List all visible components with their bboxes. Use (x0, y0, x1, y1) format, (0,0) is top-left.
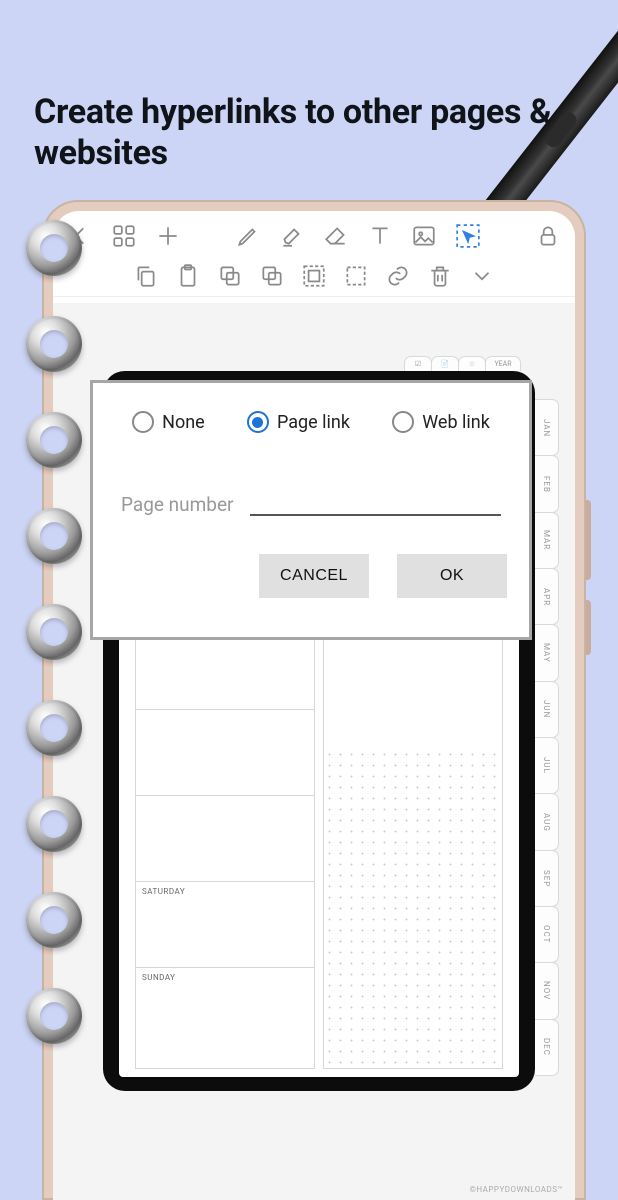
tab-dec[interactable]: DEC (535, 1019, 559, 1076)
tab-oct[interactable]: OCT (535, 906, 559, 963)
tab-mar[interactable]: MAR (535, 512, 559, 569)
link-icon[interactable] (385, 263, 411, 289)
radio-label: Web link (422, 412, 490, 433)
tab-jun[interactable]: JUN (535, 681, 559, 738)
month-tabs: JAN FEB MAR APR MAY JUN JUL AUG SEP OCT … (535, 399, 559, 1075)
tab-nov[interactable]: NOV (535, 962, 559, 1019)
notebook-top-tabs: ☑ 📄 ☆ YEAR (405, 356, 521, 371)
day-sunday[interactable]: SUNDAY (136, 968, 314, 1054)
radio-label: None (162, 412, 205, 433)
pointer-icon[interactable] (455, 223, 481, 249)
chevron-down-icon[interactable] (469, 263, 495, 289)
eraser-icon[interactable] (323, 223, 349, 249)
main-toolbar (53, 211, 575, 255)
cancel-button[interactable]: CANCEL (259, 554, 369, 598)
day-saturday[interactable]: SATURDAY (136, 882, 314, 968)
day-label: SATURDAY (142, 887, 185, 896)
day-cell[interactable] (136, 796, 314, 882)
ok-button[interactable]: OK (397, 554, 507, 598)
crop-icon[interactable] (343, 263, 369, 289)
pencil-icon[interactable] (235, 223, 261, 249)
dot-grid (324, 749, 502, 1068)
tab-feb[interactable]: FEB (535, 455, 559, 512)
page-number-label: Page number (121, 493, 234, 516)
radio-web-link[interactable]: Web link (392, 411, 490, 433)
plus-icon[interactable] (155, 223, 181, 249)
copy-icon[interactable] (133, 263, 159, 289)
tab-jul[interactable]: JUL (535, 737, 559, 794)
group-icon[interactable] (301, 263, 327, 289)
radio-label: Page link (277, 412, 350, 433)
hyperlink-dialog: None Page link Web link Page number CANC… (90, 380, 532, 640)
tablet-frame: ☑ 📄 ☆ YEAR JANUARY SCHEDULE MONDAY (42, 200, 586, 1200)
link-type-group: None Page link Web link (115, 411, 507, 433)
radio-page-link[interactable]: Page link (247, 411, 350, 433)
paste-icon[interactable] (175, 263, 201, 289)
tablet-screen: ☑ 📄 ☆ YEAR JANUARY SCHEDULE MONDAY (53, 211, 575, 1200)
send-back-icon[interactable] (259, 263, 285, 289)
tab-apr[interactable]: APR (535, 568, 559, 625)
radio-icon (247, 411, 269, 433)
tab-star[interactable]: ☆ (458, 356, 486, 371)
tab-check[interactable]: ☑ (404, 356, 432, 371)
text-icon[interactable] (367, 223, 393, 249)
radio-icon (392, 411, 414, 433)
binder-rings (26, 220, 82, 1084)
bring-front-icon[interactable] (217, 263, 243, 289)
image-icon[interactable] (411, 223, 437, 249)
tab-jan[interactable]: JAN (535, 399, 559, 456)
tab-may[interactable]: MAY (535, 624, 559, 681)
edit-toolbar (53, 255, 575, 297)
tab-aug[interactable]: AUG (535, 793, 559, 850)
page-number-input[interactable] (250, 514, 502, 516)
promo-headline: Create hyperlinks to other pages & websi… (34, 92, 588, 175)
trash-icon[interactable] (427, 263, 453, 289)
lock-icon[interactable] (535, 223, 561, 249)
page-number-field: Page number (115, 493, 507, 516)
highlighter-icon[interactable] (279, 223, 305, 249)
tab-notes[interactable]: 📄 (431, 356, 459, 371)
footer-credit: ©HAPPYDOWNLOADS™ (470, 1185, 563, 1194)
tab-year[interactable]: YEAR (485, 356, 521, 371)
radio-none[interactable]: None (132, 411, 205, 433)
apps-grid-icon[interactable] (111, 223, 137, 249)
day-cell[interactable] (136, 710, 314, 796)
tab-sep[interactable]: SEP (535, 850, 559, 907)
radio-icon (132, 411, 154, 433)
day-label: SUNDAY (142, 973, 175, 982)
